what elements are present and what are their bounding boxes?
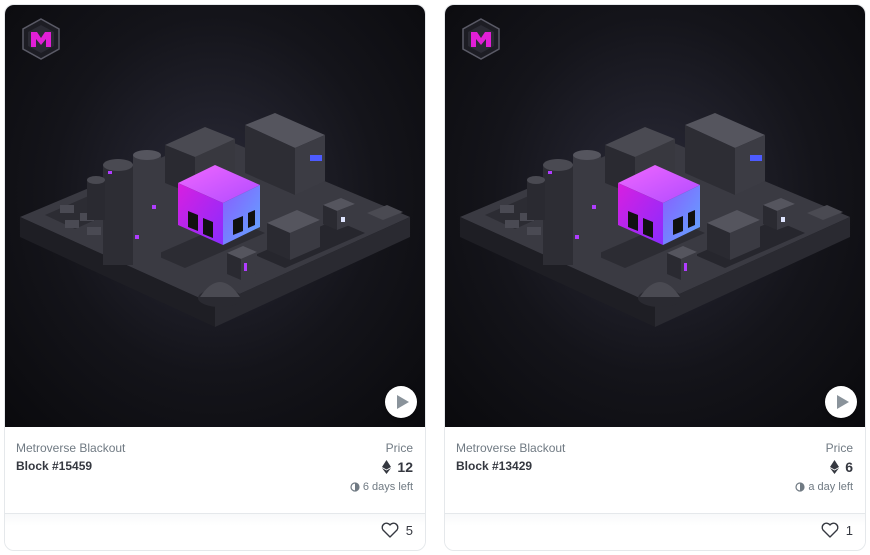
clock-icon [350,482,360,492]
time-left-text: a day left [808,481,853,493]
nft-image[interactable] [445,5,865,427]
play-button[interactable] [385,386,417,418]
play-icon [837,395,849,409]
time-left: 6 days left [350,481,413,493]
price-value: 12 [382,459,413,475]
time-left-text: 6 days left [362,481,413,493]
time-left: a day left [795,481,853,493]
heart-icon[interactable] [381,522,399,538]
ethereum-icon [830,460,840,474]
nft-image[interactable] [5,5,425,427]
ethereum-icon [382,460,392,474]
collection-name[interactable]: Metroverse Blackout [456,441,565,455]
collection-name[interactable]: Metroverse Blackout [16,441,125,455]
metroverse-logo-icon [22,18,60,60]
like-button[interactable]: 5 [381,522,413,538]
nft-card[interactable]: Metroverse Blackout Block #13429 Price 6… [444,4,866,551]
clock-icon [795,482,805,492]
like-count: 1 [845,522,853,538]
price-amount: 12 [397,459,413,475]
price-label: Price [825,441,853,455]
city-render-image [460,113,850,327]
play-button[interactable] [825,386,857,418]
heart-icon[interactable] [821,522,839,538]
like-count: 5 [405,522,413,538]
nft-card[interactable]: Metroverse Blackout Block #15459 Price 1… [4,4,426,551]
card-footer: 1 [445,513,865,550]
asset-name[interactable]: Block #13429 [456,459,532,473]
metroverse-logo-icon [462,18,500,60]
asset-name[interactable]: Block #15459 [16,459,92,473]
card-info: Metroverse Blackout Block #13429 Price 6… [445,427,865,513]
card-footer: 5 [5,513,425,550]
city-render-image [20,113,410,327]
like-button[interactable]: 1 [821,522,853,538]
play-icon [397,395,409,409]
price-label: Price [385,441,413,455]
card-info: Metroverse Blackout Block #15459 Price 1… [5,427,425,513]
price-amount: 6 [845,459,853,475]
price-value: 6 [830,459,853,475]
